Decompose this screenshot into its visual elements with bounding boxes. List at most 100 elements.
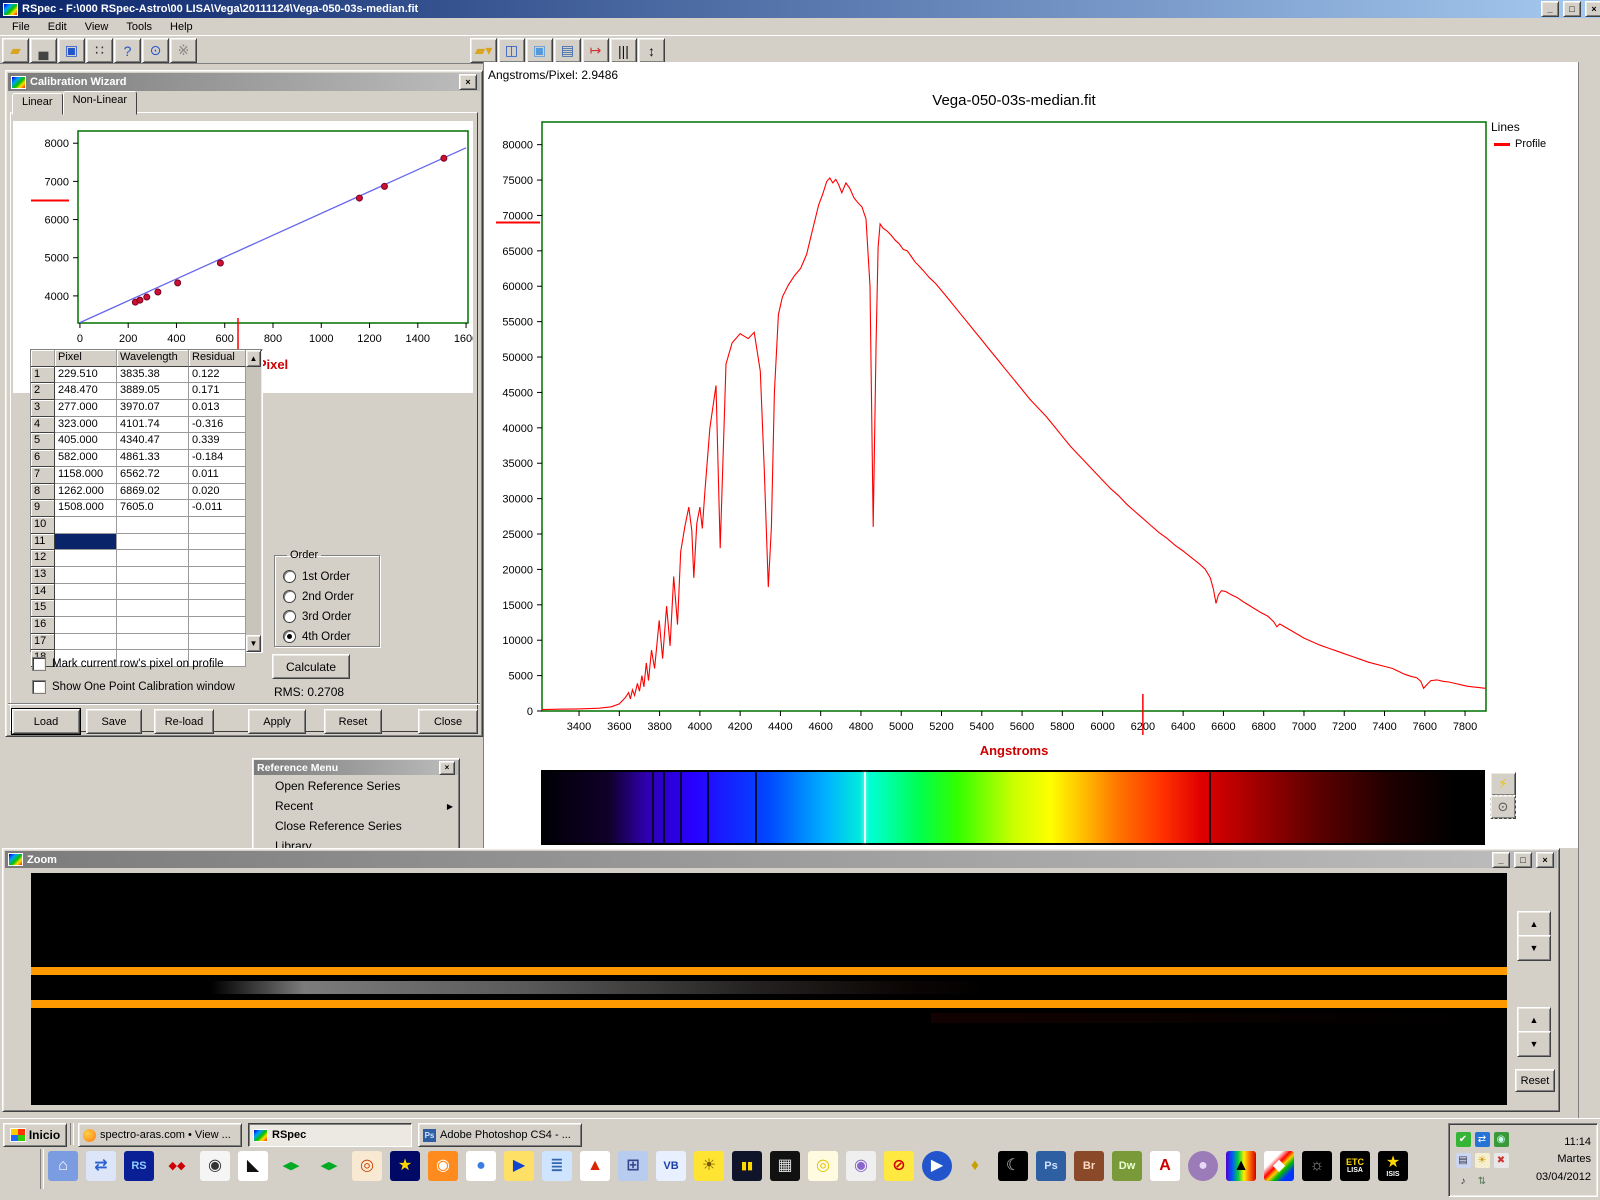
grid-icon[interactable]: ∷ [86,38,113,63]
table-cell[interactable] [117,617,189,634]
height-icon[interactable]: ↕ [638,38,665,63]
table-row[interactable]: 3277.0003970.070.013 [31,400,246,417]
row-header[interactable]: 12 [31,550,55,567]
table-cell[interactable] [117,534,189,551]
radio-icon[interactable] [283,630,296,643]
zoom-lower-line[interactable] [31,1000,1507,1008]
row-header[interactable]: 15 [31,600,55,617]
row-header[interactable]: 11 [31,534,55,551]
table-cell[interactable]: 3835.38 [117,367,189,384]
table-cell[interactable]: 582.000 [55,450,117,467]
zoom-up1-icon[interactable]: ▲ [1517,911,1551,937]
city-icon[interactable]: ▮▮ [732,1151,762,1181]
reference-menu-item-recent[interactable]: Recent▶ [253,796,459,816]
table-cell[interactable] [55,567,117,584]
compass-icon[interactable]: ▶ [504,1151,534,1181]
table-cell[interactable]: 3889.05 [117,383,189,400]
table-row[interactable]: 15 [31,600,246,617]
reload-button[interactable]: Re-load [154,709,214,734]
table-cell[interactable]: 1262.000 [55,484,117,501]
table-cell[interactable] [189,584,246,601]
acrobat-icon[interactable]: A [1150,1151,1180,1181]
start-button[interactable]: Inicio [3,1123,67,1147]
radio-2nd-order[interactable]: 2nd Order [283,590,379,603]
table-row[interactable]: 4323.0004101.74-0.316 [31,417,246,434]
table-row[interactable]: 91508.0007605.0-0.011 [31,500,246,517]
minimize-button[interactable]: _ [1541,1,1559,17]
col-header-residual[interactable]: Residual [189,350,246,367]
fan-icon[interactable]: ☼ [1302,1151,1332,1181]
row-header[interactable]: 4 [31,417,55,434]
visual-basic-icon[interactable]: VB [656,1151,686,1181]
table-cell[interactable]: 1508.000 [55,500,117,517]
table-cell[interactable] [55,534,117,551]
table-cell[interactable] [189,600,246,617]
table-cell[interactable] [189,550,246,567]
etc-lisa-icon[interactable]: ETCLISA [1340,1151,1370,1181]
close-button-dialog[interactable]: Close [418,709,478,734]
table-scrollbar[interactable]: ▲ ▼ [246,350,261,652]
row-header[interactable]: 8 [31,484,55,501]
calculate-button[interactable]: Calculate [272,654,350,679]
close-button[interactable]: × [1585,1,1600,17]
my-computer-icon[interactable]: ⌂ [48,1151,78,1181]
tray-bulb-icon[interactable]: ☀ [1475,1153,1490,1168]
profile-icon[interactable]: ▄ [30,38,57,63]
calibrate-icon[interactable]: ↦ [582,38,609,63]
columns-icon[interactable]: ||| [610,38,637,63]
table-row[interactable]: 12 [31,550,246,567]
row-header[interactable]: 14 [31,584,55,601]
sync-icon[interactable]: ⇄ [86,1151,116,1181]
one-point-checkbox[interactable] [32,680,46,694]
table-cell[interactable]: 7605.0 [117,500,189,517]
table-cell[interactable]: 1158.000 [55,467,117,484]
marquee-button[interactable]: ⊙ [1490,795,1516,819]
tile-windows-icon[interactable]: ▣ [58,38,85,63]
table-cell[interactable] [117,584,189,601]
table-row[interactable]: 17 [31,634,246,651]
table-cell[interactable] [117,550,189,567]
menu-file[interactable]: File [4,19,38,35]
mark-pixel-checkbox[interactable] [32,657,46,671]
table-cell[interactable]: 0.020 [189,484,246,501]
zoom-down1-icon[interactable]: ▼ [1517,935,1551,961]
table-row[interactable]: 5405.0004340.470.339 [31,433,246,450]
table-cell[interactable]: -0.184 [189,450,246,467]
task-firefox[interactable]: spectro-aras.com • View ... [78,1123,242,1147]
table-cell[interactable]: 0.011 [189,467,246,484]
spectrum-strip[interactable] [543,772,1483,843]
table-row[interactable]: 71158.0006562.720.011 [31,467,246,484]
prism-icon[interactable]: ◆ [1264,1151,1294,1181]
zoom-maximize-icon[interactable]: □ [1514,852,1532,868]
row-header[interactable]: 2 [31,383,55,400]
print-icon[interactable]: ▤ [554,38,581,63]
tray-check-icon[interactable]: ✔ [1456,1132,1471,1147]
phd-guiding-icon[interactable]: ◎ [352,1151,382,1181]
menu-help[interactable]: Help [162,19,201,35]
row-header[interactable]: 5 [31,433,55,450]
zoom-down2-icon[interactable]: ▼ [1517,1031,1551,1057]
table-cell[interactable]: 405.000 [55,433,117,450]
table-cell[interactable]: 3970.07 [117,400,189,417]
table-cell[interactable] [55,584,117,601]
radio-icon[interactable] [283,610,296,623]
zoom-up2-icon[interactable]: ▲ [1517,1007,1551,1033]
tray-display-icon[interactable]: ▤ [1456,1153,1471,1168]
firefox-icon[interactable]: ◉ [428,1151,458,1181]
scroll-down-icon[interactable]: ▼ [246,635,261,652]
col-header-wavelength[interactable]: Wavelength [117,350,189,367]
tray-globe-icon[interactable]: ◉ [1494,1132,1509,1147]
table-cell[interactable] [189,634,246,651]
save-icon[interactable]: ◫ [498,38,525,63]
tray-teamviewer-icon[interactable]: ⇄ [1475,1132,1490,1147]
row-header[interactable]: 13 [31,567,55,584]
zoom-image[interactable] [31,873,1507,1105]
tab-linear[interactable]: Linear [12,93,63,115]
nero-icon[interactable]: ▲ [580,1151,610,1181]
dreamweaver-icon[interactable]: Dw [1112,1151,1142,1181]
remote-icon[interactable]: ● [1188,1151,1218,1181]
table-cell[interactable]: 0.171 [189,383,246,400]
reference-menu-close-icon[interactable]: × [439,761,455,775]
table-cell[interactable] [117,517,189,534]
table-row[interactable]: 13 [31,567,246,584]
